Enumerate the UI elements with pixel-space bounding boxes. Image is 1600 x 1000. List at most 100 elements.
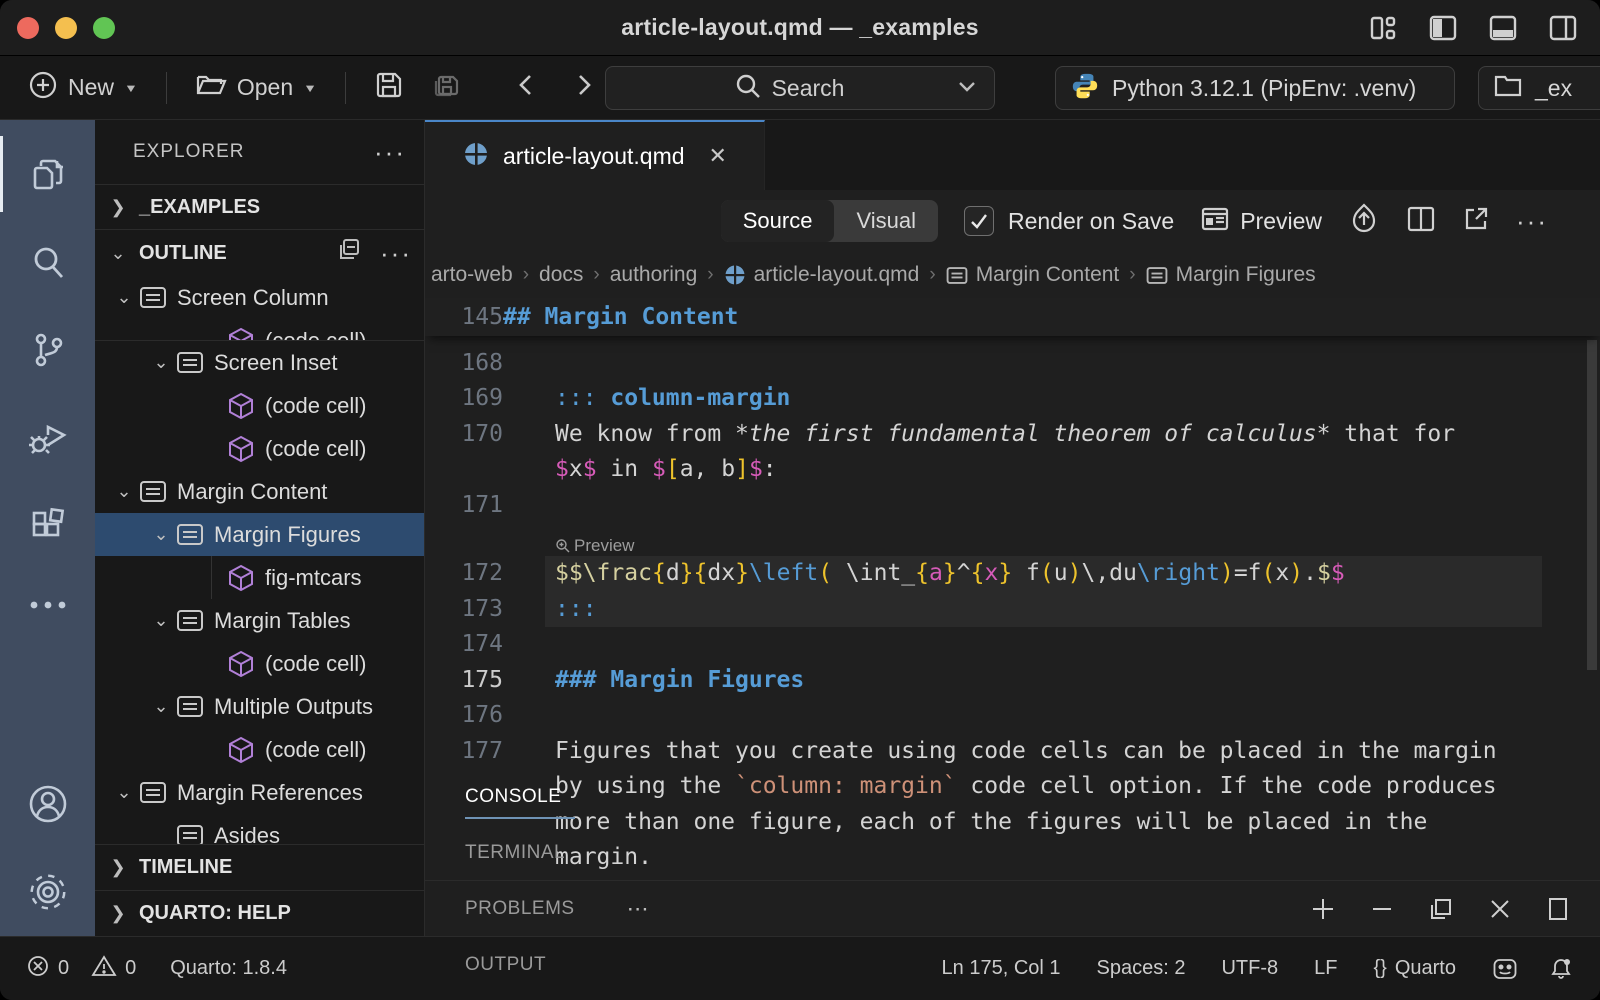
workspace-section-row[interactable]: ❯ _EXAMPLES xyxy=(95,184,424,230)
indentation-status[interactable]: Spaces: 2 xyxy=(1097,957,1186,980)
code-line-172[interactable]: 172$$\frac{d}{dx}\left( \int_{a}^{x} f(u… xyxy=(425,556,1600,592)
outline-item-asides[interactable]: Asides xyxy=(95,814,424,844)
code-line-145[interactable]: 145## Margin Content xyxy=(425,304,1600,330)
language-mode-status[interactable]: {} Quarto xyxy=(1373,957,1456,980)
outline-item-multiple-outputs[interactable]: ⌄Multiple Outputs xyxy=(95,685,424,728)
code-line-174[interactable]: 174 xyxy=(425,627,1600,663)
navigate-forward-button[interactable] xyxy=(564,64,604,112)
breadcrumb-item-margin-figures[interactable]: Margin Figures xyxy=(1146,263,1316,287)
code-line-168[interactable]: 168 xyxy=(425,345,1600,381)
code-line-wrap[interactable]: more than one figure, each of the figure… xyxy=(425,804,1600,840)
open-in-new-window-button[interactable] xyxy=(1462,205,1490,238)
chevron-down-icon[interactable]: ⌄ xyxy=(111,481,137,502)
toggle-secondary-sidebar-icon[interactable] xyxy=(1548,13,1578,43)
outline-item-screen-inset[interactable]: ⌄Screen Inset xyxy=(95,341,424,384)
code-line-173[interactable]: 173::: xyxy=(425,591,1600,627)
customize-layout-icon[interactable] xyxy=(1368,13,1398,43)
tab-article-layout[interactable]: article-layout.qmd ✕ xyxy=(425,120,765,190)
code-line-177[interactable]: 177Figures that you create using code ce… xyxy=(425,733,1600,769)
outline-item--code-cell-[interactable]: (code cell) xyxy=(95,384,424,427)
code-line-171[interactable]: 171 xyxy=(425,487,1600,523)
code-line-170[interactable]: 170We know from *the first fundamental t… xyxy=(425,416,1600,452)
code-line-175[interactable]: 175### Margin Figures xyxy=(425,662,1600,698)
quarto-help-section-row[interactable]: ❯ QUARTO: HELP xyxy=(95,890,424,936)
tab-close-icon[interactable]: ✕ xyxy=(709,143,727,169)
outline-item--code-cell-[interactable]: (code cell) xyxy=(95,319,424,341)
save-button[interactable] xyxy=(366,64,412,112)
encoding-status[interactable]: UTF-8 xyxy=(1221,957,1278,980)
render-on-save-toggle[interactable]: Render on Save xyxy=(964,206,1174,236)
panel-tab-ports[interactable]: PORTS xyxy=(465,993,575,1000)
activity-explorer-icon[interactable] xyxy=(0,130,95,218)
outline-more-icon[interactable]: ··· xyxy=(380,238,412,269)
activity-run-debug-icon[interactable] xyxy=(0,394,95,482)
code-line-176[interactable]: 176 xyxy=(425,698,1600,734)
project-selector[interactable]: _ex xyxy=(1478,66,1600,110)
breadcrumb-item-arto-web[interactable]: arto-web xyxy=(431,263,513,287)
breadcrumb-item-article-layout-qmd[interactable]: article-layout.qmd xyxy=(724,263,920,287)
outline-item--code-cell-[interactable]: (code cell) xyxy=(95,642,424,685)
cursor-position-status[interactable]: Ln 175, Col 1 xyxy=(942,957,1061,980)
chevron-down-icon[interactable]: ⌄ xyxy=(111,782,137,803)
split-editor-button[interactable] xyxy=(1406,205,1436,238)
sticky-scroll-line[interactable]: 145## Margin Content xyxy=(425,298,1600,336)
account-icon[interactable] xyxy=(0,760,95,848)
open-button[interactable]: Open ▼ xyxy=(187,64,325,112)
outline-item--code-cell-[interactable]: (code cell) xyxy=(95,427,424,470)
editor-scrollbar[interactable] xyxy=(1587,340,1597,670)
preview-button[interactable]: Preview xyxy=(1200,205,1322,238)
outline-section-row[interactable]: ⌄ OUTLINE ··· xyxy=(95,230,424,276)
eol-status[interactable]: LF xyxy=(1314,957,1337,980)
panel-minimize-icon[interactable] xyxy=(1370,896,1394,922)
outline-item-margin-figures[interactable]: ⌄Margin Figures xyxy=(95,513,424,556)
minimize-window-button[interactable] xyxy=(55,17,77,39)
panel-new-console-icon[interactable] xyxy=(1310,896,1336,922)
code-line-wrap[interactable]: $x$ in $[a, b]$: xyxy=(425,452,1600,488)
mode-visual-button[interactable]: Visual xyxy=(834,200,938,242)
navigate-back-button[interactable] xyxy=(506,64,546,112)
chevron-down-icon[interactable]: ⌄ xyxy=(148,610,174,631)
zoom-window-button[interactable] xyxy=(93,17,115,39)
panel-more-icon[interactable]: ⋯ xyxy=(627,896,649,922)
breadcrumb-item-margin-content[interactable]: Margin Content xyxy=(946,263,1120,287)
settings-gear-icon[interactable] xyxy=(0,848,95,936)
code-line-wrap[interactable]: by using the `column: margin` code cell … xyxy=(425,769,1600,805)
activity-search-icon[interactable] xyxy=(0,218,95,306)
search-dropdown-icon[interactable] xyxy=(956,75,978,102)
outline-item-margin-tables[interactable]: ⌄Margin Tables xyxy=(95,599,424,642)
panel-tab-output[interactable]: OUTPUT xyxy=(465,937,575,993)
save-all-button[interactable] xyxy=(422,64,470,112)
mode-source-button[interactable]: Source xyxy=(721,200,835,242)
problems-status[interactable]: 0 0 xyxy=(26,954,136,984)
panel-tab-problems[interactable]: PROBLEMS xyxy=(465,881,575,937)
outline-item-fig-mtcars[interactable]: fig-mtcars xyxy=(95,556,424,599)
new-file-button[interactable]: New ▼ xyxy=(20,64,146,112)
editor-more-icon[interactable]: ··· xyxy=(1516,206,1548,237)
close-window-button[interactable] xyxy=(17,17,39,39)
notifications-bell-icon[interactable] xyxy=(1548,956,1574,982)
explorer-more-icon[interactable]: ··· xyxy=(374,137,406,168)
timeline-section-row[interactable]: ❯ TIMELINE xyxy=(95,844,424,890)
chevron-down-icon[interactable]: ⌄ xyxy=(148,524,174,545)
panel-close-icon[interactable] xyxy=(1488,897,1512,921)
outline-item-screen-column[interactable]: ⌄Screen Column xyxy=(95,276,424,319)
outline-item-margin-references[interactable]: ⌄Margin References xyxy=(95,771,424,814)
code-line-wrap[interactable]: margin. xyxy=(425,840,1600,876)
global-search-input[interactable]: Search xyxy=(605,66,995,110)
outline-item-margin-content[interactable]: ⌄Margin Content xyxy=(95,470,424,513)
outline-item--code-cell-[interactable]: (code cell) xyxy=(95,728,424,771)
render-button[interactable] xyxy=(1348,203,1380,240)
code-editor[interactable]: 145## Margin Content 168169::: column-ma… xyxy=(425,298,1600,880)
chevron-down-icon[interactable]: ⌄ xyxy=(111,287,137,308)
chevron-down-icon[interactable]: ⌄ xyxy=(148,696,174,717)
breadcrumb-item-authoring[interactable]: authoring xyxy=(610,263,698,287)
breadcrumb-item-docs[interactable]: docs xyxy=(539,263,583,287)
interpreter-selector[interactable]: Python 3.12.1 (PipEnv: .venv) xyxy=(1055,66,1455,110)
panel-maximize-icon[interactable] xyxy=(1546,896,1570,922)
activity-more-icon[interactable] xyxy=(0,570,95,640)
toggle-panel-icon[interactable] xyxy=(1488,13,1518,43)
panel-tab-terminal[interactable]: TERMINAL xyxy=(465,825,575,881)
collapse-all-icon[interactable] xyxy=(336,237,362,269)
activity-source-control-icon[interactable] xyxy=(0,306,95,394)
code-line-169[interactable]: 169::: column-margin xyxy=(425,381,1600,417)
